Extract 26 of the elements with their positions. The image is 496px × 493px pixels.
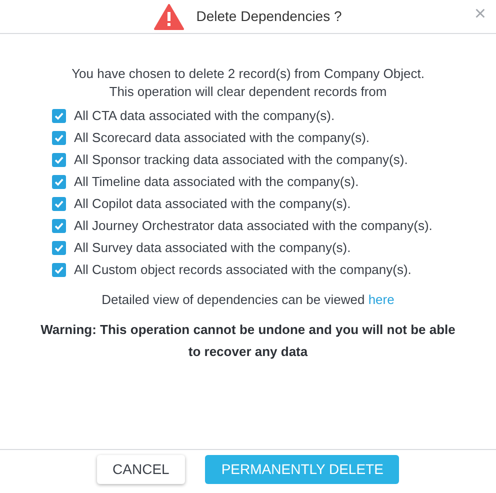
warning-icon xyxy=(154,4,184,30)
checkbox[interactable] xyxy=(52,131,66,145)
checkbox[interactable] xyxy=(52,219,66,233)
checkbox[interactable] xyxy=(52,263,66,277)
option-label: All Scorecard data associated with the company(s). xyxy=(74,129,370,147)
close-button[interactable]: × xyxy=(474,4,486,24)
checkbox[interactable] xyxy=(52,109,66,123)
option-label: All Journey Orchestrator data associated with the company(s). xyxy=(74,217,432,235)
checkbox[interactable] xyxy=(52,197,66,211)
option-label: All Copilot data associated with the company(s). xyxy=(74,195,351,213)
option-label: All CTA data associated with the company(s). xyxy=(74,107,335,125)
option-label: All Survey data associated with the company(s). xyxy=(74,239,351,257)
dialog-title: Delete Dependencies ? xyxy=(196,7,342,26)
details-link[interactable]: here xyxy=(368,292,394,307)
checkbox[interactable] xyxy=(52,175,66,189)
message-text: This operation will clear dependent records from xyxy=(109,83,387,101)
warning-text: Warning: This operation cannot be undone and you will not be able to recover any data xyxy=(40,320,456,361)
message-text: You have chosen to delete 2 record(s) from Company Object. xyxy=(72,65,424,83)
checkbox[interactable] xyxy=(52,153,66,167)
option-label: All Sponsor tracking data associated with the company(s). xyxy=(74,151,408,169)
delete-button[interactable]: PERMANENTLY DELETE xyxy=(205,455,400,484)
cancel-button[interactable]: CANCEL xyxy=(96,455,186,484)
option-label: All Custom object records associated with the company(s). xyxy=(74,261,412,279)
checkbox[interactable] xyxy=(52,241,66,255)
option-label: All Timeline data associated with the company(s). xyxy=(74,173,359,191)
details-text: Detailed view of dependencies can be viewed here xyxy=(100,291,396,309)
